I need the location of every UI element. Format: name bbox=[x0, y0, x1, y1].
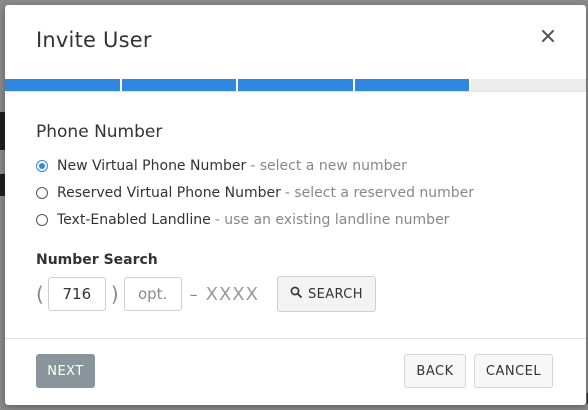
radio-text-enabled-landline[interactable] bbox=[36, 214, 48, 226]
modal-header: Invite User bbox=[5, 5, 586, 79]
progress-step-4 bbox=[354, 79, 470, 91]
option-hint: - select a reserved number bbox=[284, 185, 475, 201]
invite-user-modal: Invite User Phone Number New Virtual Pho… bbox=[5, 5, 586, 405]
option-label: Reserved Virtual Phone Number bbox=[57, 185, 281, 201]
suffix-mask: XXXX bbox=[205, 283, 259, 305]
progress-step-5 bbox=[471, 79, 586, 91]
modal-title: Invite User bbox=[36, 28, 152, 52]
search-button[interactable]: SEARCH bbox=[276, 276, 376, 312]
option-text-enabled-landline[interactable]: Text-Enabled Landline - use an existing … bbox=[36, 212, 449, 228]
search-icon bbox=[290, 286, 302, 302]
phone-search-row: ( ) – XXXX SEARCH bbox=[36, 275, 376, 313]
prefix-input[interactable] bbox=[123, 277, 182, 311]
open-paren: ( bbox=[36, 282, 44, 306]
next-button[interactable]: NEXT bbox=[36, 354, 95, 388]
radio-new-virtual-number[interactable] bbox=[36, 160, 48, 172]
number-search-heading: Number Search bbox=[36, 252, 158, 268]
wizard-progress-bar bbox=[5, 79, 586, 91]
phone-number-heading: Phone Number bbox=[36, 122, 163, 142]
close-button[interactable] bbox=[536, 25, 560, 49]
option-label: New Virtual Phone Number bbox=[57, 158, 247, 174]
cancel-button[interactable]: CANCEL bbox=[474, 354, 553, 388]
option-label: Text-Enabled Landline bbox=[57, 212, 211, 228]
number-dash: – bbox=[189, 284, 198, 304]
option-reserved-virtual-number[interactable]: Reserved Virtual Phone Number - select a… bbox=[36, 185, 474, 201]
radio-reserved-virtual-number[interactable] bbox=[36, 187, 48, 199]
close-icon bbox=[541, 28, 555, 47]
progress-step-2 bbox=[121, 79, 237, 91]
option-hint: - select a new number bbox=[250, 158, 407, 174]
search-button-label: SEARCH bbox=[307, 286, 363, 302]
footer-divider bbox=[5, 338, 586, 339]
progress-step-3 bbox=[238, 79, 353, 91]
back-button[interactable]: BACK bbox=[404, 354, 466, 388]
option-hint: - use an existing landline number bbox=[214, 212, 450, 228]
header-divider bbox=[5, 91, 586, 92]
close-paren: ) bbox=[110, 282, 119, 306]
option-new-virtual-number[interactable]: New Virtual Phone Number - select a new … bbox=[36, 158, 407, 174]
area-code-input[interactable] bbox=[47, 277, 106, 311]
progress-step-1 bbox=[5, 79, 120, 91]
